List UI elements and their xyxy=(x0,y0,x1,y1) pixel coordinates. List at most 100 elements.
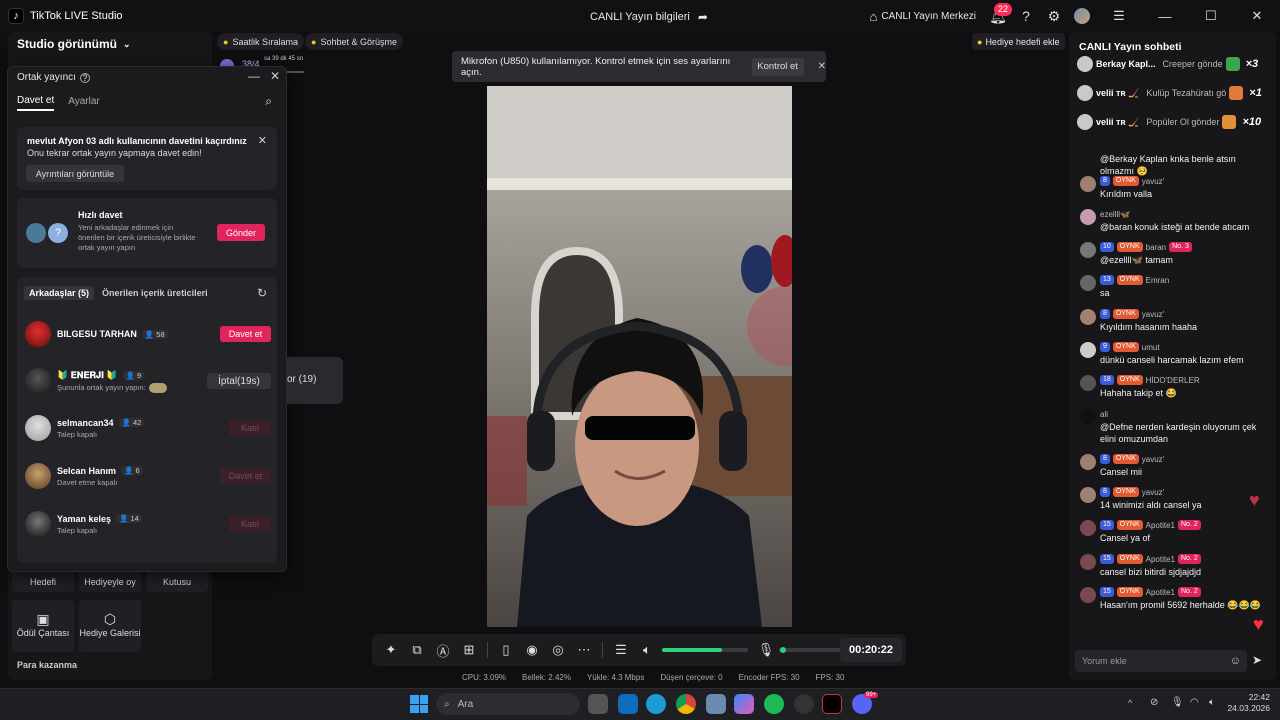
ai-icon[interactable]: Ⓐ xyxy=(431,638,455,662)
cohost-tile[interactable]: or (19) xyxy=(287,357,343,404)
record-icon[interactable]: ◉ xyxy=(520,638,544,662)
chat-username[interactable]: yavuz' xyxy=(1142,177,1164,186)
profile-avatar[interactable] xyxy=(1068,0,1096,32)
message-header: 9 OYNK umut xyxy=(1100,341,1272,353)
chrome-icon[interactable] xyxy=(676,694,696,714)
chat-message-text: @ezellll🦋 tamam xyxy=(1100,255,1173,265)
reward-bag-button[interactable]: ▣ Ödül Çantası xyxy=(12,600,74,652)
chat-username[interactable]: Emran xyxy=(1146,276,1170,285)
copilot-icon[interactable] xyxy=(734,694,754,714)
spotify-icon[interactable] xyxy=(764,694,784,714)
send-button[interactable]: Gönder xyxy=(217,224,265,241)
fan-club-badge: OYNK xyxy=(1116,275,1143,285)
minimize-modal-icon[interactable]: — xyxy=(248,69,260,83)
chat-username[interactable]: umut xyxy=(1142,343,1160,352)
friend-row: Selcan Hanım 👤 6 Davet etme kapalı Davet … xyxy=(25,456,271,496)
message-header: ezellll🦋 xyxy=(1100,208,1272,220)
edge-icon[interactable] xyxy=(646,694,666,714)
close-modal-icon[interactable]: ✕ xyxy=(270,69,280,83)
task-view-icon[interactable] xyxy=(588,694,608,714)
tab-suggested[interactable]: Önerilen içerik üreticileri xyxy=(102,288,208,298)
avatar xyxy=(25,368,51,394)
obs-icon[interactable] xyxy=(794,694,814,714)
tab-settings[interactable]: Ayarlar xyxy=(68,96,100,110)
camera-switch-icon[interactable]: ◎ xyxy=(546,638,570,662)
view-details-button[interactable]: Ayrıntıları görüntüle xyxy=(26,165,124,182)
chat-message-text: cansel bizi bitirdi sjdjajdjd xyxy=(1100,567,1202,577)
taskbar-search[interactable]: ⌕ Ara xyxy=(436,693,580,715)
chat-username[interactable]: yavuz' xyxy=(1142,488,1164,497)
windows-start-icon[interactable] xyxy=(410,695,428,713)
sliders-icon[interactable]: ☰ xyxy=(609,638,633,662)
bag-icon: ▣ xyxy=(36,610,50,627)
chat-username[interactable]: ezellll🦋 xyxy=(1100,210,1130,219)
chat-username[interactable]: Apotite1 xyxy=(1146,588,1175,597)
tiktok-studio-taskbar-icon[interactable] xyxy=(822,694,842,714)
join-button[interactable]: Katıl xyxy=(229,420,271,436)
chat-message-text: sa xyxy=(1100,288,1110,298)
invite-button[interactable]: Davet et xyxy=(220,468,271,484)
join-button[interactable]: Katıl xyxy=(229,516,271,532)
chat-username[interactable]: yavuz' xyxy=(1142,455,1164,464)
emoji-icon[interactable]: ☺ xyxy=(1230,655,1241,667)
live-info-button[interactable]: CANLI Yayın bilgileri ➦ xyxy=(590,10,708,24)
close-window-icon[interactable]: ✕ xyxy=(1234,0,1280,32)
search-icon[interactable]: ⌕ xyxy=(265,94,272,109)
mic-tray-icon[interactable]: 🎙︎ xyxy=(1171,697,1184,708)
menu-icon[interactable]: ☰ xyxy=(1096,0,1142,32)
close-banner-icon[interactable]: ✕ xyxy=(818,61,826,72)
chat-message-text: 14 winimizi aldı cansel ya xyxy=(1100,500,1202,510)
follower-count: 👤 6 xyxy=(121,466,143,475)
invite-button[interactable]: Davet et xyxy=(220,326,271,342)
tray-chevron-icon[interactable]: ^ xyxy=(1128,698,1132,708)
check-button[interactable]: Kontrol et xyxy=(751,57,804,76)
add-gift-goal-button[interactable]: ● Hediye hedefi ekle xyxy=(972,33,1065,50)
chat-username[interactable]: Apotite1 xyxy=(1146,555,1175,564)
settings-app-icon[interactable] xyxy=(706,694,726,714)
bulb-icon: ● xyxy=(977,36,983,47)
volume-slider[interactable] xyxy=(662,648,748,652)
add-source-icon[interactable]: ⊞ xyxy=(457,638,481,662)
club-cheer-gift-icon xyxy=(1229,86,1244,100)
send-icon[interactable]: ➤ xyxy=(1252,653,1262,667)
minimize-icon[interactable]: — xyxy=(1142,0,1188,32)
chat-username[interactable]: yavuz' xyxy=(1142,310,1164,319)
chat-username[interactable]: HİDO'DERLER xyxy=(1146,376,1200,385)
studio-view-dropdown[interactable]: Studio görünümü ⌄ xyxy=(17,37,131,51)
chat-username[interactable]: Apotite1 xyxy=(1146,521,1175,530)
layout-icon[interactable]: ⧉ xyxy=(405,638,429,662)
live-center-button[interactable]: ⌂ CANLI Yayın Merkezi xyxy=(869,9,976,24)
magic-wand-icon[interactable]: ✦ xyxy=(379,638,403,662)
tab-invite[interactable]: Davet et xyxy=(17,95,55,111)
chat-username[interactable]: ali xyxy=(1100,410,1108,419)
friend-row: BILGESU TARHAN 👤 58 Davet et xyxy=(25,314,271,354)
help-icon[interactable]: ? xyxy=(1012,0,1040,32)
refresh-icon[interactable]: ↻ xyxy=(257,286,267,300)
cancel-invite-button[interactable]: İptal(19s) xyxy=(207,373,271,389)
wifi-icon[interactable]: ◠ xyxy=(1190,697,1199,708)
volume-tray-icon[interactable]: 🔈︎ xyxy=(1209,697,1215,708)
microphone-icon[interactable]: 🎙︎ xyxy=(754,638,778,662)
monetization-heading: Para kazanma xyxy=(17,660,78,670)
divider xyxy=(487,642,488,658)
portrait-icon[interactable]: ▯ xyxy=(494,638,518,662)
system-clock[interactable]: 22:42 24.03.2026 xyxy=(1227,692,1270,714)
fan-club-badge: OYNK xyxy=(1112,487,1139,497)
friends-tabs: Arkadaşlar (5) Önerilen içerik üreticile… xyxy=(24,286,208,300)
live-preview xyxy=(487,86,792,627)
notification-bell-icon[interactable]: 🔔︎22 xyxy=(984,0,1012,32)
chat-call-pill[interactable]: ● Sohbet & Görüşme xyxy=(305,33,403,50)
close-card-icon[interactable]: ✕ xyxy=(258,134,267,147)
fan-club-badge: OYNK xyxy=(1116,554,1143,564)
maximize-icon[interactable]: ☐ xyxy=(1188,0,1234,32)
outlook-icon[interactable] xyxy=(618,694,638,714)
more-icon[interactable]: ⋯ xyxy=(572,638,596,662)
gift-gallery-button[interactable]: ⬡ Hediye Galerisi xyxy=(79,600,141,652)
settings-gear-icon[interactable]: ⚙ xyxy=(1040,0,1068,32)
hourly-ranking-pill[interactable]: ● Saatlik Sıralama xyxy=(217,33,304,50)
speaker-icon[interactable]: 🔈︎ xyxy=(635,638,659,662)
tab-friends[interactable]: Arkadaşlar (5) xyxy=(24,286,95,300)
comment-input[interactable]: Yorum ekle ☺ xyxy=(1075,650,1247,672)
network-icon[interactable]: ⊘ xyxy=(1150,697,1158,708)
chat-username[interactable]: baran xyxy=(1146,243,1166,252)
